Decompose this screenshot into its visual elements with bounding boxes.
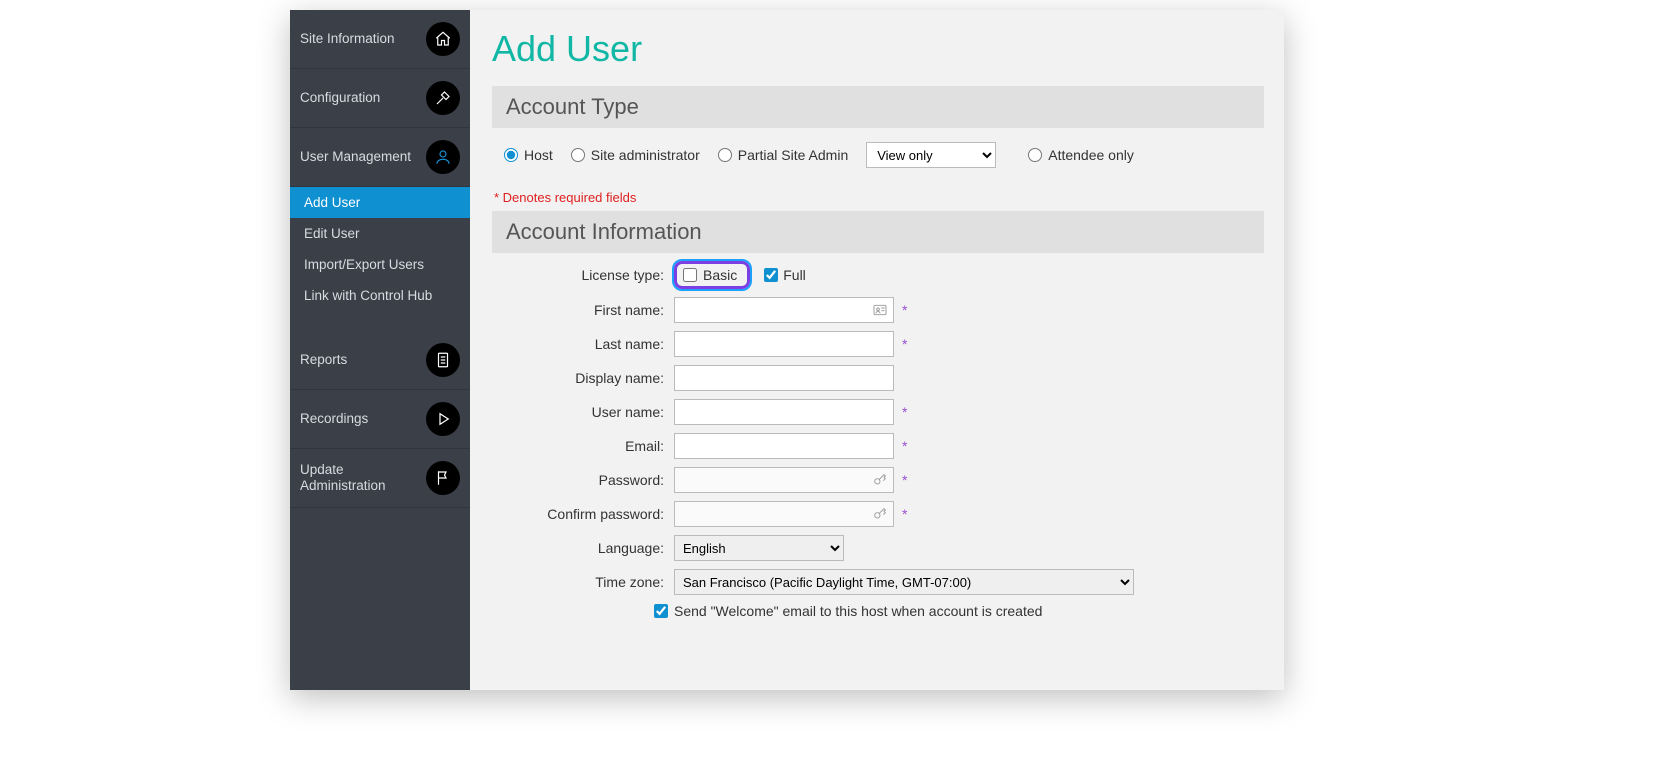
account-type-options: Host Site administrator Partial Site Adm… <box>492 128 1264 178</box>
required-star: * <box>902 302 907 318</box>
label-user-name: User name: <box>492 404 674 420</box>
checkbox-license-basic[interactable] <box>683 268 697 282</box>
key-icon <box>872 506 888 522</box>
radio-host-label: Host <box>524 147 553 163</box>
select-language[interactable]: English <box>674 535 844 561</box>
section-account-information: Account Information <box>492 211 1264 253</box>
radio-attendee-only[interactable]: Attendee only <box>1028 147 1134 163</box>
sidebar: Site Information Configuration User Mana… <box>290 10 470 690</box>
section-account-type: Account Type <box>492 86 1264 128</box>
sidebar-item-configuration[interactable]: Configuration <box>290 69 470 128</box>
sidebar-item-user-management[interactable]: User Management <box>290 128 470 187</box>
account-information-form: License type: Basic Full First name: <box>492 253 1264 619</box>
required-star: * <box>902 404 907 420</box>
label-license-full: Full <box>783 267 806 283</box>
row-license-type: License type: Basic Full <box>492 261 1264 289</box>
row-password: Password: * <box>492 467 1264 493</box>
tools-icon <box>426 81 460 115</box>
sidebar-item-label: Update Administration <box>300 462 426 494</box>
user-icon <box>426 140 460 174</box>
label-license-basic: Basic <box>703 267 737 283</box>
row-display-name: Display name: <box>492 365 1264 391</box>
radio-partial-label: Partial Site Admin <box>738 147 849 163</box>
label-display-name: Display name: <box>492 370 674 386</box>
label-last-name: Last name: <box>492 336 674 352</box>
radio-attendee-input[interactable] <box>1028 148 1042 162</box>
label-time-zone: Time zone: <box>492 574 674 590</box>
row-language: Language: English <box>492 535 1264 561</box>
radio-site-admin-label: Site administrator <box>591 147 700 163</box>
sidebar-item-label: Reports <box>300 352 426 368</box>
radio-site-admin-input[interactable] <box>571 148 585 162</box>
home-icon <box>426 22 460 56</box>
label-language: Language: <box>492 540 674 556</box>
sidebar-item-label: Recordings <box>300 411 426 427</box>
label-welcome-email: Send "Welcome" email to this host when a… <box>674 603 1042 619</box>
sidebar-item-reports[interactable]: Reports <box>290 331 470 390</box>
sidebar-item-site-information[interactable]: Site Information <box>290 10 470 69</box>
input-last-name[interactable] <box>674 331 894 357</box>
label-password: Password: <box>492 472 674 488</box>
input-display-name[interactable] <box>674 365 894 391</box>
document-icon <box>426 343 460 377</box>
sidebar-subitem-add-user[interactable]: Add User <box>290 187 470 218</box>
label-email: Email: <box>492 438 674 454</box>
sidebar-item-label: Site Information <box>300 31 426 47</box>
app-window: Site Information Configuration User Mana… <box>290 10 1284 690</box>
required-star: * <box>902 438 907 454</box>
main-content: Add User Account Type Host Site administ… <box>470 10 1284 690</box>
required-star: * <box>902 472 907 488</box>
required-note: * Denotes required fields <box>494 190 1264 205</box>
radio-partial-site-admin[interactable]: Partial Site Admin <box>718 147 849 163</box>
sidebar-item-label: User Management <box>300 149 426 165</box>
sidebar-subitem-edit-user[interactable]: Edit User <box>290 218 470 249</box>
row-email: Email: * <box>492 433 1264 459</box>
required-star: * <box>902 336 907 352</box>
label-first-name: First name: <box>492 302 674 318</box>
partial-site-admin-select[interactable]: View only <box>866 142 996 168</box>
checkbox-welcome-email[interactable] <box>654 604 668 618</box>
play-icon <box>426 402 460 436</box>
radio-host[interactable]: Host <box>504 147 553 163</box>
sidebar-subitem-link-control-hub[interactable]: Link with Control Hub <box>290 280 470 311</box>
row-last-name: Last name: * <box>492 331 1264 357</box>
radio-attendee-label: Attendee only <box>1048 147 1134 163</box>
sidebar-item-update-administration[interactable]: Update Administration <box>290 449 470 508</box>
row-confirm-password: Confirm password: * <box>492 501 1264 527</box>
contact-card-icon <box>872 302 888 318</box>
row-time-zone: Time zone: San Francisco (Pacific Daylig… <box>492 569 1264 595</box>
row-first-name: First name: * <box>492 297 1264 323</box>
input-first-name[interactable] <box>674 297 894 323</box>
input-confirm-password[interactable] <box>674 501 894 527</box>
page-title: Add User <box>492 28 1264 70</box>
sidebar-subitem-import-export-users[interactable]: Import/Export Users <box>290 249 470 280</box>
radio-site-admin[interactable]: Site administrator <box>571 147 700 163</box>
key-icon <box>872 472 888 488</box>
label-confirm-password: Confirm password: <box>492 506 674 522</box>
checkbox-license-full[interactable] <box>764 268 778 282</box>
radio-host-input[interactable] <box>504 148 518 162</box>
required-star: * <box>902 506 907 522</box>
input-password[interactable] <box>674 467 894 493</box>
license-basic-highlight: Basic <box>674 261 750 289</box>
row-welcome-email: Send "Welcome" email to this host when a… <box>492 603 1264 619</box>
label-license-type: License type: <box>492 267 674 283</box>
sidebar-item-recordings[interactable]: Recordings <box>290 390 470 449</box>
radio-partial-input[interactable] <box>718 148 732 162</box>
sidebar-item-label: Configuration <box>300 90 426 106</box>
select-time-zone[interactable]: San Francisco (Pacific Daylight Time, GM… <box>674 569 1134 595</box>
sidebar-subnav: Add User Edit User Import/Export Users L… <box>290 187 470 311</box>
license-full-group: Full <box>764 267 806 283</box>
input-email[interactable] <box>674 433 894 459</box>
input-user-name[interactable] <box>674 399 894 425</box>
row-user-name: User name: * <box>492 399 1264 425</box>
flag-icon <box>426 461 460 495</box>
